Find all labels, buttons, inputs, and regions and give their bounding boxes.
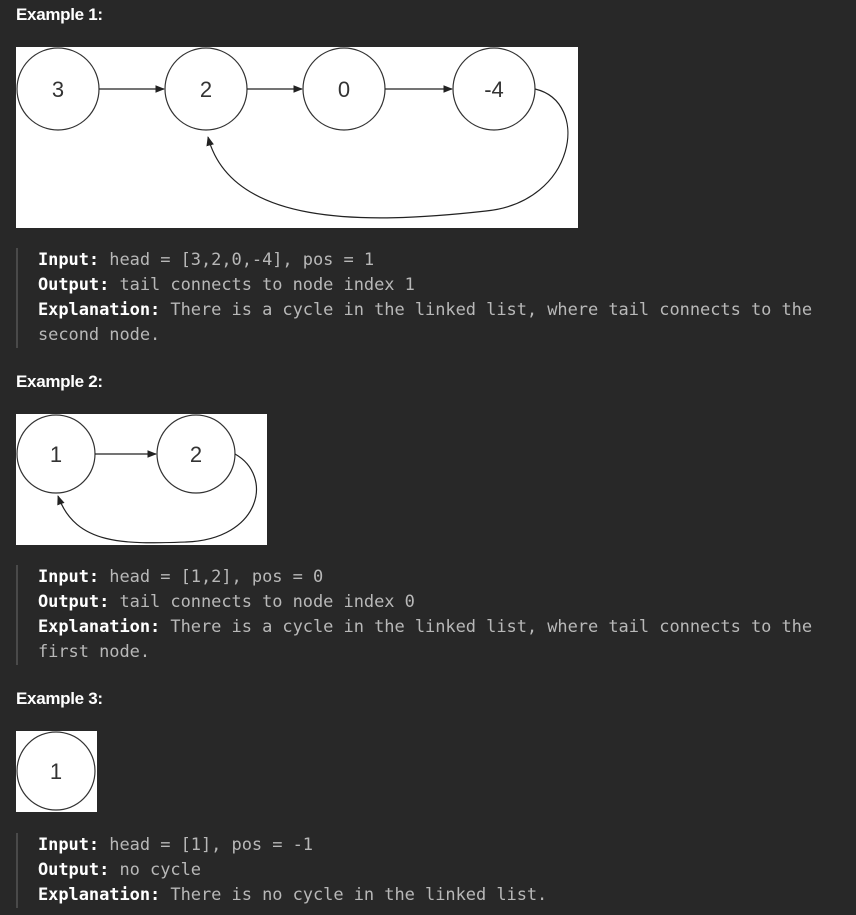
input-value: head = [3,2,0,-4], pos = 1	[99, 250, 375, 270]
example-1-heading: Example 1:	[16, 5, 103, 24]
node-label: 0	[338, 77, 350, 102]
node-label: 2	[190, 442, 202, 467]
example-3-diagram: 1	[16, 731, 97, 812]
input-line: Input: head = [1,2], pos = 0	[38, 565, 846, 590]
explanation-line: Explanation: There is no cycle in the li…	[38, 883, 846, 908]
node-label: 3	[52, 77, 64, 102]
node-label: -4	[484, 77, 504, 102]
explanation-label: Explanation:	[38, 617, 161, 637]
output-line: Output: tail connects to node index 1	[38, 273, 846, 298]
example-1-diagram: 3 2 0 -4	[16, 47, 578, 228]
example-1-details: Input: head = [3,2,0,-4], pos = 1 Output…	[16, 248, 846, 348]
example-2-details: Input: head = [1,2], pos = 0 Output: tai…	[16, 565, 846, 665]
example-2-diagram: 1 2	[16, 414, 267, 545]
input-label: Input:	[38, 835, 100, 855]
output-label: Output:	[38, 860, 110, 880]
example-3-details: Input: head = [1], pos = -1 Output: no c…	[16, 833, 846, 908]
explanation-line: Explanation: There is a cycle in the lin…	[38, 298, 846, 348]
explanation-label: Explanation:	[38, 885, 161, 905]
node-label: 2	[200, 77, 212, 102]
input-value: head = [1], pos = -1	[99, 835, 313, 855]
example-2-heading: Example 2:	[16, 372, 103, 391]
output-value: tail connects to node index 1	[109, 275, 415, 295]
input-line: Input: head = [1], pos = -1	[38, 833, 846, 858]
output-line: Output: tail connects to node index 0	[38, 590, 846, 615]
output-value: tail connects to node index 0	[109, 592, 415, 612]
input-label: Input:	[38, 567, 100, 587]
input-line: Input: head = [3,2,0,-4], pos = 1	[38, 248, 846, 273]
output-line: Output: no cycle	[38, 858, 846, 883]
input-value: head = [1,2], pos = 0	[99, 567, 324, 587]
output-value: no cycle	[109, 860, 201, 880]
output-label: Output:	[38, 592, 110, 612]
node-label: 1	[50, 759, 62, 784]
explanation-line: Explanation: There is a cycle in the lin…	[38, 615, 846, 665]
node-label: 1	[50, 442, 62, 467]
explanation-label: Explanation:	[38, 300, 161, 320]
example-3-heading: Example 3:	[16, 689, 103, 708]
input-label: Input:	[38, 250, 100, 270]
output-label: Output:	[38, 275, 110, 295]
explanation-value: There is no cycle in the linked list.	[160, 885, 548, 905]
